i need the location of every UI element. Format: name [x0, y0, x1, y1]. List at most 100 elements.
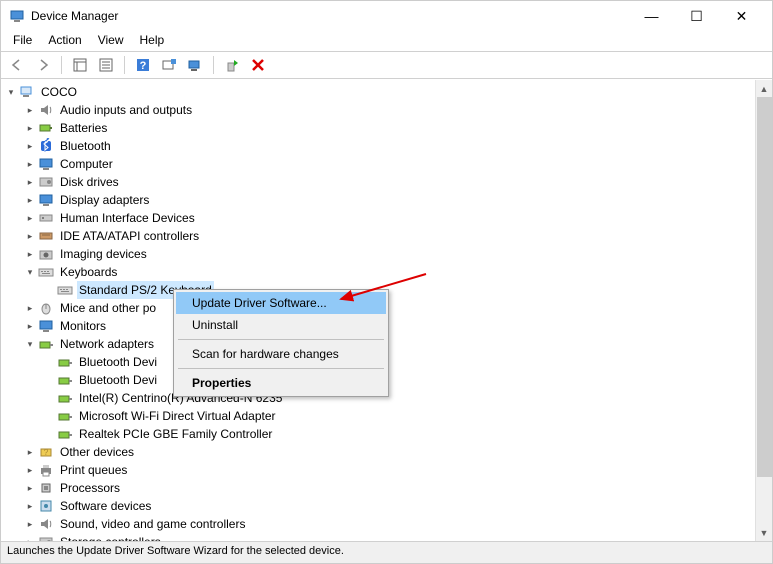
update-driver-button[interactable] — [183, 54, 207, 76]
menu-file[interactable]: File — [5, 31, 40, 51]
tree-category[interactable]: ▸ Sound, video and game controllers — [1, 515, 772, 533]
expand-icon[interactable]: ▸ — [24, 302, 36, 314]
maximize-button[interactable]: ☐ — [674, 1, 719, 31]
ctx-update-driver[interactable]: Update Driver Software... — [176, 292, 386, 314]
device-icon — [38, 516, 54, 532]
expand-icon[interactable]: ▸ — [24, 140, 36, 152]
tree-category[interactable]: ▸IDE ATA/ATAPI controllers — [1, 227, 772, 245]
expand-icon[interactable]: ▾ — [24, 266, 36, 278]
tree-category[interactable]: ▸Processors — [1, 479, 772, 497]
tree-category[interactable]: ▸Batteries — [1, 119, 772, 137]
expand-icon[interactable]: ▸ — [24, 500, 36, 512]
expand-icon[interactable]: ▸ — [24, 518, 36, 530]
scroll-thumb[interactable] — [757, 97, 772, 477]
scroll-up-icon[interactable]: ▲ — [756, 80, 772, 97]
tree-category[interactable]: ▾Keyboards — [1, 263, 772, 281]
device-label: Network adapters — [58, 335, 156, 353]
tree-category[interactable]: ▸ Disk drives — [1, 173, 772, 191]
device-label: COCO — [39, 83, 79, 101]
menu-view[interactable]: View — [90, 31, 132, 51]
device-tree: ▾COCO▸Audio inputs and outputs▸Batteries… — [1, 79, 772, 541]
expand-icon[interactable]: ▸ — [24, 194, 36, 206]
ctx-scan[interactable]: Scan for hardware changes — [176, 343, 386, 365]
expand-icon[interactable]: ▸ — [24, 482, 36, 494]
close-button[interactable]: ✕ — [719, 1, 764, 31]
show-hidden-button[interactable] — [68, 54, 92, 76]
device-label: Imaging devices — [58, 245, 149, 263]
ctx-properties[interactable]: Properties — [176, 372, 386, 394]
toolbar: ? — [1, 51, 772, 79]
tree-category[interactable]: ▸ Imaging devices — [1, 245, 772, 263]
uninstall-button[interactable] — [246, 54, 270, 76]
menu-help[interactable]: Help — [132, 31, 173, 51]
tree-root[interactable]: ▾ COCO — [1, 83, 772, 101]
tree-category[interactable]: ▸ Human Interface Devices — [1, 209, 772, 227]
expand-icon[interactable]: ▸ — [24, 464, 36, 476]
device-label: Bluetooth Devi — [77, 371, 159, 389]
tree-category[interactable]: ▸ Audio inputs and outputs — [1, 101, 772, 119]
device-icon — [19, 84, 35, 100]
enable-button[interactable] — [220, 54, 244, 76]
properties-button[interactable] — [94, 54, 118, 76]
window-title: Device Manager — [31, 9, 629, 23]
expand-icon[interactable]: ▸ — [24, 122, 36, 134]
titlebar: Device Manager — ☐ ✕ — [1, 1, 772, 31]
device-icon — [38, 246, 54, 262]
device-icon — [38, 228, 54, 244]
expand-icon[interactable]: ▸ — [24, 176, 36, 188]
device-icon — [38, 480, 54, 496]
expand-icon[interactable]: ▸ — [24, 248, 36, 260]
tree-category[interactable]: ▸Bluetooth — [1, 137, 772, 155]
device-icon — [38, 264, 54, 280]
scroll-down-icon[interactable]: ▼ — [756, 524, 772, 541]
device-icon — [38, 534, 54, 541]
device-label: Audio inputs and outputs — [58, 101, 194, 119]
forward-button[interactable] — [31, 54, 55, 76]
device-icon — [38, 462, 54, 478]
expand-icon[interactable] — [43, 410, 55, 422]
device-icon — [38, 174, 54, 190]
device-icon — [38, 192, 54, 208]
device-label: Disk drives — [58, 173, 121, 191]
device-label: Realtek PCIe GBE Family Controller — [77, 425, 274, 443]
tree-category[interactable]: ▸Print queues — [1, 461, 772, 479]
device-label: Sound, video and game controllers — [58, 515, 247, 533]
device-label: Other devices — [58, 443, 136, 461]
device-icon — [57, 408, 73, 424]
expand-icon[interactable]: ▾ — [5, 86, 17, 98]
device-label: Human Interface Devices — [58, 209, 197, 227]
tree-category[interactable]: ▸ Computer — [1, 155, 772, 173]
tree-category[interactable]: ▸Software devices — [1, 497, 772, 515]
tree-device[interactable]: Microsoft Wi-Fi Direct Virtual Adapter — [1, 407, 772, 425]
scan-button[interactable] — [157, 54, 181, 76]
vertical-scrollbar[interactable]: ▲ ▼ — [755, 80, 772, 541]
device-icon — [38, 102, 54, 118]
expand-icon[interactable]: ▸ — [24, 230, 36, 242]
minimize-button[interactable]: — — [629, 1, 674, 31]
expand-icon[interactable]: ▸ — [24, 212, 36, 224]
expand-icon[interactable]: ▸ — [24, 446, 36, 458]
device-label: Monitors — [58, 317, 108, 335]
svg-text:?: ? — [44, 448, 49, 457]
device-label: Computer — [58, 155, 115, 173]
device-icon — [57, 426, 73, 442]
expand-icon[interactable]: ▸ — [24, 104, 36, 116]
back-button[interactable] — [5, 54, 29, 76]
tree-device[interactable]: Realtek PCIe GBE Family Controller — [1, 425, 772, 443]
expand-icon[interactable]: ▾ — [24, 338, 36, 350]
tree-category[interactable]: ▸? Other devices — [1, 443, 772, 461]
menu-action[interactable]: Action — [40, 31, 89, 51]
device-icon — [38, 498, 54, 514]
expand-icon[interactable]: ▸ — [24, 158, 36, 170]
expand-icon[interactable] — [43, 284, 55, 296]
expand-icon[interactable] — [43, 392, 55, 404]
expand-icon[interactable] — [43, 356, 55, 368]
ctx-uninstall[interactable]: Uninstall — [176, 314, 386, 336]
expand-icon[interactable] — [43, 374, 55, 386]
tree-category[interactable]: ▸Storage controllers — [1, 533, 772, 541]
expand-icon[interactable] — [43, 428, 55, 440]
expand-icon[interactable]: ▸ — [24, 320, 36, 332]
tree-category[interactable]: ▸Display adapters — [1, 191, 772, 209]
device-icon: ? — [38, 444, 54, 460]
help-button[interactable]: ? — [131, 54, 155, 76]
